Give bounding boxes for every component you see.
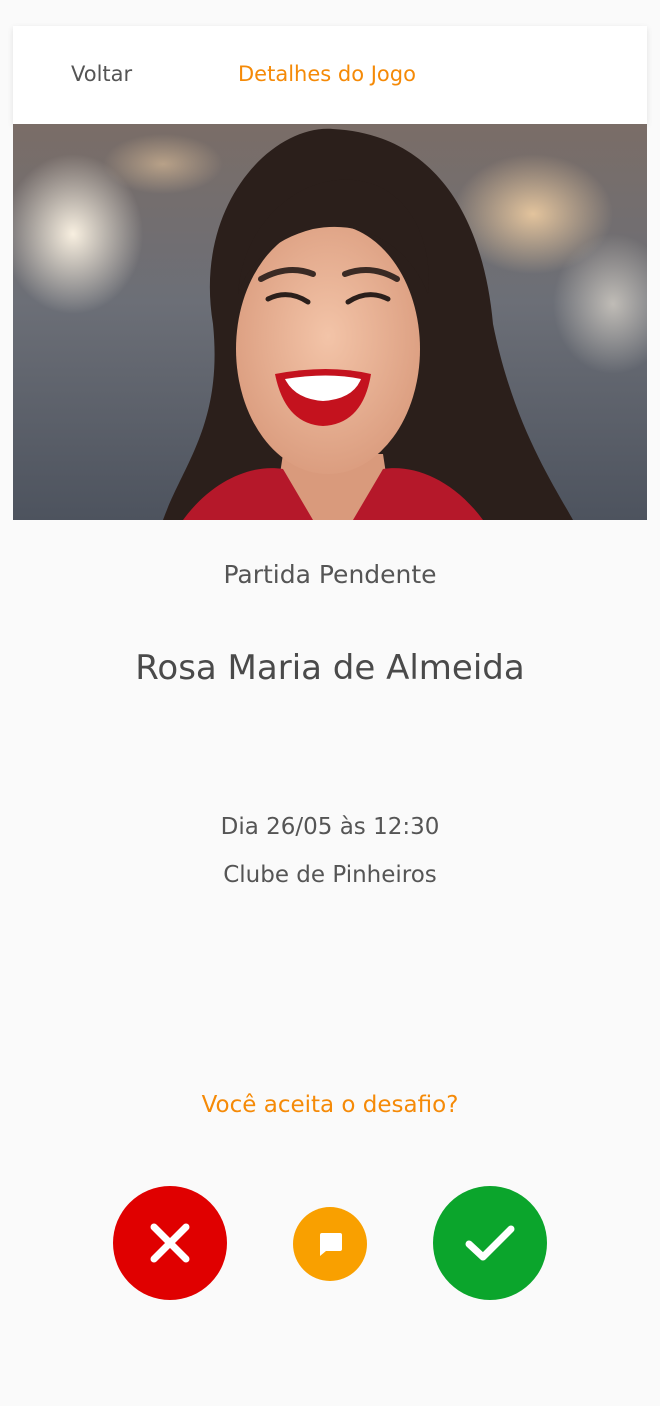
decline-button[interactable] — [113, 1186, 227, 1300]
check-icon — [465, 1225, 515, 1261]
match-datetime: Dia 26/05 às 12:30 — [220, 814, 440, 840]
match-location: Clube de Pinheiros — [223, 862, 437, 888]
chat-button[interactable] — [293, 1207, 367, 1281]
match-status: Partida Pendente — [223, 560, 437, 589]
opponent-photo — [13, 124, 647, 520]
opponent-name: Rosa Maria de Almeida — [135, 648, 525, 688]
chat-icon — [320, 1233, 342, 1256]
challenge-question: Você aceita o desafio? — [201, 1092, 459, 1118]
accept-button[interactable] — [433, 1186, 547, 1300]
top-bar: Voltar Detalhes do Jogo — [13, 26, 647, 124]
page-title: Detalhes do Jogo — [238, 62, 416, 86]
back-button[interactable]: Voltar — [71, 62, 132, 86]
game-details-screen: Voltar Detalhes do Jogo Partida Pendente… — [0, 0, 660, 1406]
close-icon — [150, 1223, 190, 1263]
